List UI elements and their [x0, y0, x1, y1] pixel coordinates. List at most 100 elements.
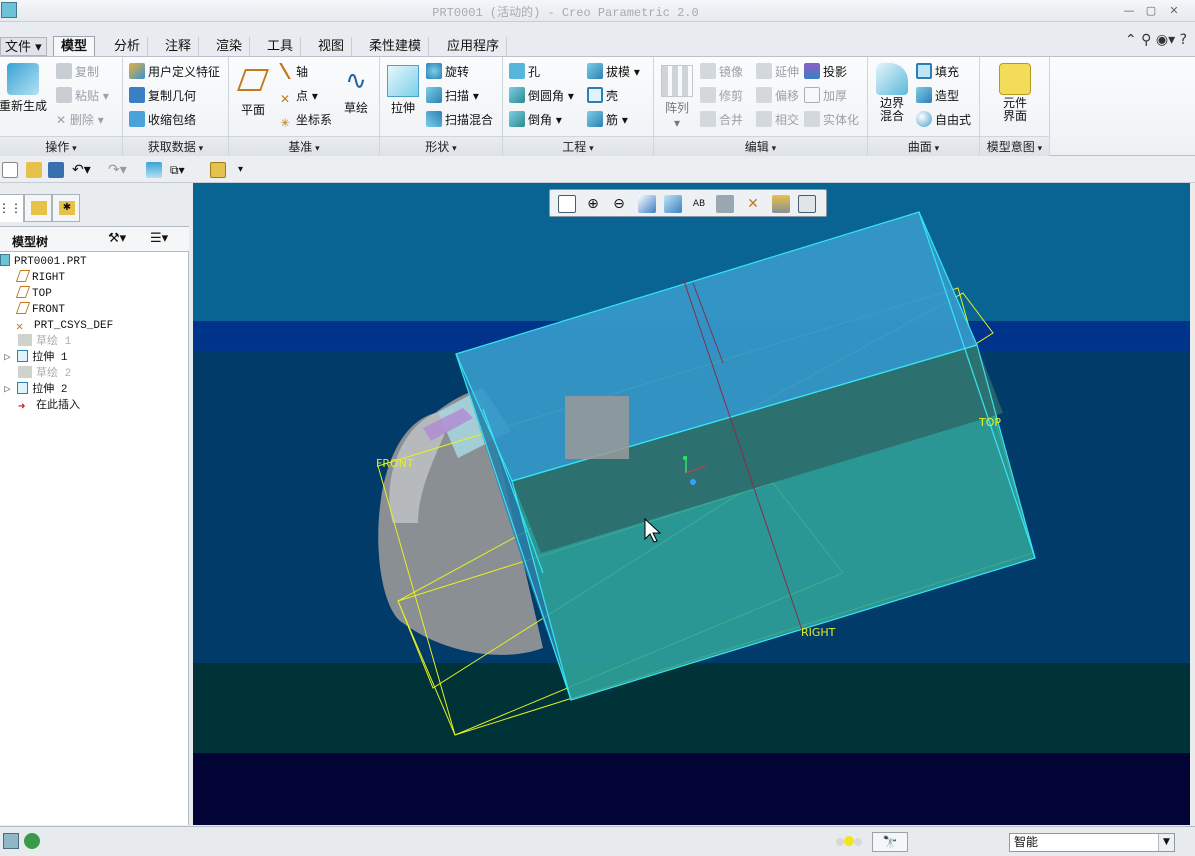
regenerate-quick-icon[interactable]: [146, 162, 162, 178]
model-view[interactable]: FRONT TOP RIGHT: [193, 183, 1190, 825]
tab-flexible-modeling[interactable]: 柔性建模: [362, 37, 430, 56]
extrude-button[interactable]: 拉伸: [384, 65, 422, 116]
graphics-window[interactable]: FRONT TOP RIGHT ⊕ ⊖ AB ✕: [193, 183, 1190, 825]
copy-geometry-button[interactable]: 复制几何: [129, 85, 196, 107]
group-label[interactable]: 操作: [0, 136, 122, 156]
group-label[interactable]: 形状: [380, 136, 502, 156]
sketch-button[interactable]: ∿ 草绘: [337, 65, 375, 116]
maximize-icon[interactable]: ▢: [1140, 3, 1162, 19]
tab-analysis[interactable]: 分析: [107, 37, 149, 56]
pattern-button[interactable]: 阵列 ▾: [658, 65, 696, 130]
zoom-out-icon[interactable]: ⊖: [610, 195, 628, 213]
solidify-button[interactable]: 实体化: [804, 109, 859, 131]
refit-icon[interactable]: [558, 195, 576, 213]
tab-model[interactable]: 模型: [53, 36, 96, 57]
group-label[interactable]: 模型意图: [980, 136, 1049, 156]
offset-button[interactable]: 偏移: [756, 85, 799, 107]
boundary-blend-button[interactable]: 边界 混合: [872, 63, 912, 123]
datum-display-icon[interactable]: ✕: [744, 195, 762, 213]
group-label[interactable]: 基准: [229, 136, 379, 156]
tree-settings-icon[interactable]: ⚒▾: [108, 231, 126, 246]
expand-arrow-icon[interactable]: ▷: [4, 384, 17, 396]
copy-button[interactable]: 复制: [56, 61, 99, 83]
tree-node-right[interactable]: RIGHT: [15, 270, 65, 286]
shell-button[interactable]: 壳: [587, 85, 618, 107]
saved-views-icon[interactable]: AB: [690, 195, 708, 213]
tab-view[interactable]: 视图: [311, 37, 353, 56]
mirror-button[interactable]: 镜像: [700, 61, 743, 83]
tree-node-front[interactable]: FRONT: [15, 302, 65, 318]
extend-button[interactable]: 延伸: [756, 61, 799, 83]
navigator-toggle-icon[interactable]: [3, 833, 19, 849]
delete-button[interactable]: ✕ 删除 ▾: [56, 109, 104, 131]
axis-button[interactable]: 轴: [277, 61, 308, 83]
spin-center-icon[interactable]: [772, 195, 790, 213]
freestyle-button[interactable]: 自由式: [916, 109, 971, 131]
tree-node-part[interactable]: PRT0001.PRT: [0, 254, 87, 270]
group-label[interactable]: 工程: [503, 136, 653, 156]
fill-button[interactable]: 填充: [916, 61, 959, 83]
tree-node-csys[interactable]: ✕ PRT_CSYS_DEF: [16, 318, 113, 334]
minimize-icon[interactable]: —: [1118, 3, 1140, 19]
tree-node-sketch-2[interactable]: 草绘 2: [18, 366, 71, 382]
csys-button[interactable]: ✳ 坐标系: [277, 109, 332, 131]
group-label[interactable]: 曲面: [868, 136, 979, 156]
trim-button[interactable]: 修剪: [700, 85, 743, 107]
tree-node-insert-here[interactable]: ➜ 在此插入: [18, 398, 80, 414]
tree-node-sketch-1[interactable]: 草绘 1: [18, 334, 71, 350]
chevron-down-icon[interactable]: ▼: [1158, 834, 1174, 851]
component-interface-button[interactable]: 元件 界面: [994, 63, 1036, 123]
draft-button[interactable]: 拔模 ▾: [587, 61, 640, 83]
group-label[interactable]: 获取数据: [123, 136, 228, 156]
close-icon[interactable]: ✕: [1163, 3, 1185, 19]
regenerate-button[interactable]: 重新生成: [0, 63, 48, 114]
find-icon[interactable]: 🔭: [872, 832, 908, 852]
tree-show-icon[interactable]: ☰▾: [150, 231, 168, 246]
zoom-in-icon[interactable]: ⊕: [584, 195, 602, 213]
revolve-button[interactable]: 旋转: [426, 61, 469, 83]
tab-applications[interactable]: 应用程序: [440, 37, 508, 56]
favorites-tab[interactable]: ✱: [52, 194, 80, 222]
view-manager-icon[interactable]: [716, 195, 734, 213]
tree-node-extrude-1[interactable]: ▷ 拉伸 1: [4, 350, 67, 366]
udf-button[interactable]: 用户定义特征: [129, 61, 220, 83]
expand-arrow-icon[interactable]: ▷: [4, 352, 17, 364]
tab-render[interactable]: 渲染: [209, 37, 251, 56]
tab-file[interactable]: 文件 ▾: [0, 37, 47, 56]
tab-annotate[interactable]: 注释: [158, 37, 200, 56]
style-button[interactable]: 造型: [916, 85, 959, 107]
folder-browser-tab[interactable]: [24, 194, 52, 222]
display-style-icon[interactable]: [664, 195, 682, 213]
tree-node-top[interactable]: TOP: [15, 286, 52, 302]
selection-filter[interactable]: 智能 ▼: [1009, 833, 1175, 852]
swept-blend-button[interactable]: 扫描混合: [426, 109, 493, 131]
save-icon[interactable]: [48, 162, 64, 178]
undo-icon[interactable]: ↶▾: [72, 162, 96, 178]
open-folder-icon[interactable]: [26, 162, 42, 178]
sweep-button[interactable]: 扫描 ▾: [426, 85, 479, 107]
windows-icon[interactable]: ⧉▾: [170, 162, 196, 178]
chamfer-button[interactable]: 倒角 ▾: [509, 109, 562, 131]
merge-button[interactable]: 合并: [700, 109, 743, 131]
redo-icon[interactable]: ↷▾: [108, 162, 132, 178]
model-tree-tab[interactable]: ⋮⋮: [0, 194, 24, 222]
shrinkwrap-button[interactable]: 收缩包络: [129, 109, 196, 131]
project-button[interactable]: 投影: [804, 61, 847, 83]
new-file-icon[interactable]: [2, 162, 18, 178]
thicken-button[interactable]: 加厚: [804, 85, 847, 107]
customize-toolbar-icon[interactable]: ▾: [238, 162, 254, 178]
plane-button[interactable]: 平面: [233, 65, 273, 118]
help-icons[interactable]: ⌃ ⚲ ◉▾ ?: [1125, 32, 1187, 48]
repaint-icon[interactable]: [638, 195, 656, 213]
rib-button[interactable]: 筋 ▾: [587, 109, 628, 131]
intersect-button[interactable]: 相交: [756, 109, 799, 131]
point-button[interactable]: ✕ 点 ▾: [277, 85, 318, 107]
tab-tools[interactable]: 工具: [260, 37, 302, 56]
close-window-icon[interactable]: [210, 162, 226, 178]
annotation-display-icon[interactable]: [798, 195, 816, 213]
group-label[interactable]: 编辑: [654, 136, 867, 156]
paste-button[interactable]: 粘贴 ▾: [56, 85, 109, 107]
browser-toggle-icon[interactable]: [24, 833, 40, 849]
hole-button[interactable]: 孔: [509, 61, 540, 83]
round-button[interactable]: 倒圆角 ▾: [509, 85, 574, 107]
